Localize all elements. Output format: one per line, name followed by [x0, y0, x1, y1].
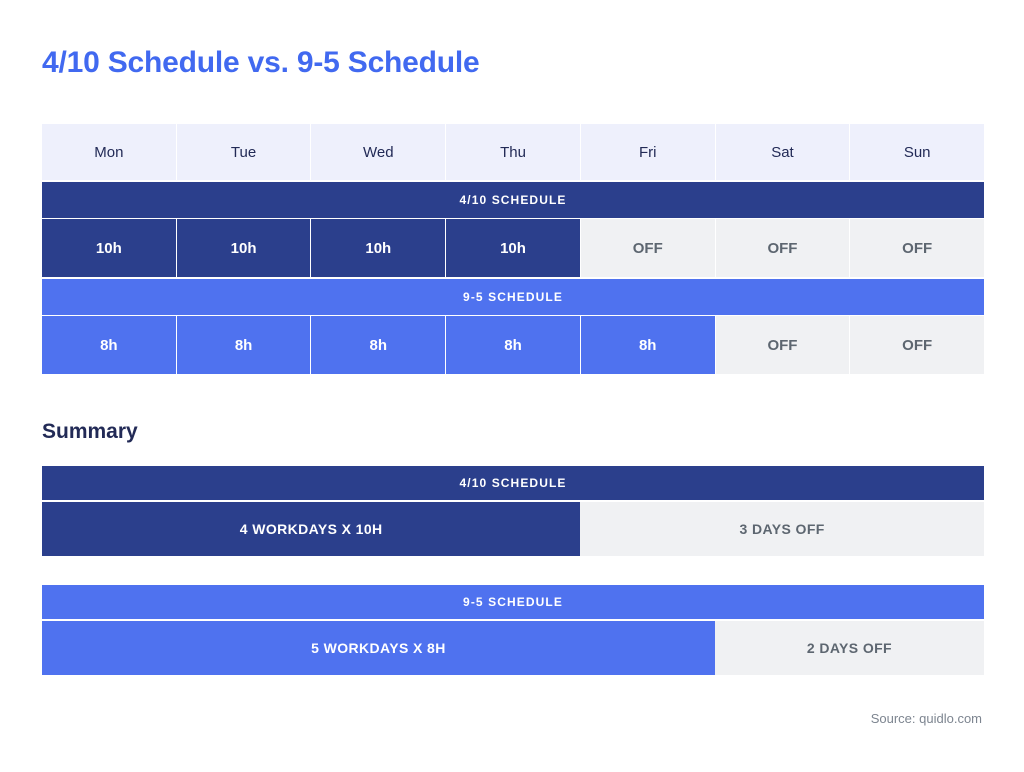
- day-header-sun: Sun: [850, 124, 985, 180]
- summary-block-95-schedule: 9-5 SCHEDULE 5 WORKDAYS X 8H 2 DAYS OFF: [42, 585, 984, 675]
- day-header-tue: Tue: [176, 124, 312, 180]
- source-attribution: Source: quidlo.com: [870, 711, 982, 726]
- summary-segment-workdays-410: 4 WORKDAYS X 10H: [42, 502, 581, 556]
- page-title: 4/10 Schedule vs. 9-5 Schedule: [42, 46, 480, 79]
- band-label-410-schedule: 4/10 SCHEDULE: [42, 182, 984, 218]
- data-row-410-schedule: 10h 10h 10h 10h OFF OFF OFF: [42, 219, 985, 277]
- cell-95-sun: OFF: [850, 316, 985, 374]
- summary-segment-daysoff-95: 2 DAYS OFF: [714, 621, 984, 675]
- day-header-row: Mon Tue Wed Thu Fri Sat Sun: [42, 124, 985, 180]
- cell-410-thu: 10h: [446, 219, 581, 277]
- cell-410-wed: 10h: [311, 219, 447, 277]
- cell-95-tue: 8h: [176, 316, 312, 374]
- cell-95-sat: OFF: [715, 316, 851, 374]
- schedule-comparison-table: Mon Tue Wed Thu Fri Sat Sun 4/10 SCHEDUL…: [42, 124, 985, 374]
- summary-bar-95: 5 WORKDAYS X 8H 2 DAYS OFF: [42, 621, 984, 675]
- cell-410-sat: OFF: [715, 219, 851, 277]
- band-label-95-schedule: 9-5 SCHEDULE: [42, 279, 984, 315]
- day-header-fri: Fri: [580, 124, 716, 180]
- summary-bar-410: 4 WORKDAYS X 10H 3 DAYS OFF: [42, 502, 984, 556]
- cell-95-wed: 8h: [311, 316, 447, 374]
- cell-410-sun: OFF: [850, 219, 985, 277]
- day-header-sat: Sat: [715, 124, 851, 180]
- summary-band-label-95: 9-5 SCHEDULE: [42, 585, 984, 619]
- cell-95-fri: 8h: [580, 316, 716, 374]
- day-header-thu: Thu: [446, 124, 581, 180]
- summary-heading: Summary: [42, 420, 138, 443]
- day-header-wed: Wed: [311, 124, 447, 180]
- cell-410-mon: 10h: [42, 219, 177, 277]
- cell-95-thu: 8h: [446, 316, 581, 374]
- cell-410-tue: 10h: [176, 219, 312, 277]
- infographic-page: 4/10 Schedule vs. 9-5 Schedule Mon Tue W…: [0, 0, 1024, 772]
- cell-95-mon: 8h: [42, 316, 177, 374]
- summary-segment-workdays-95: 5 WORKDAYS X 8H: [42, 621, 715, 675]
- summary-segment-daysoff-410: 3 DAYS OFF: [580, 502, 984, 556]
- summary-block-410-schedule: 4/10 SCHEDULE 4 WORKDAYS X 10H 3 DAYS OF…: [42, 466, 984, 556]
- day-header-mon: Mon: [42, 124, 177, 180]
- cell-410-fri: OFF: [580, 219, 716, 277]
- data-row-95-schedule: 8h 8h 8h 8h 8h OFF OFF: [42, 316, 985, 374]
- summary-band-label-410: 4/10 SCHEDULE: [42, 466, 984, 500]
